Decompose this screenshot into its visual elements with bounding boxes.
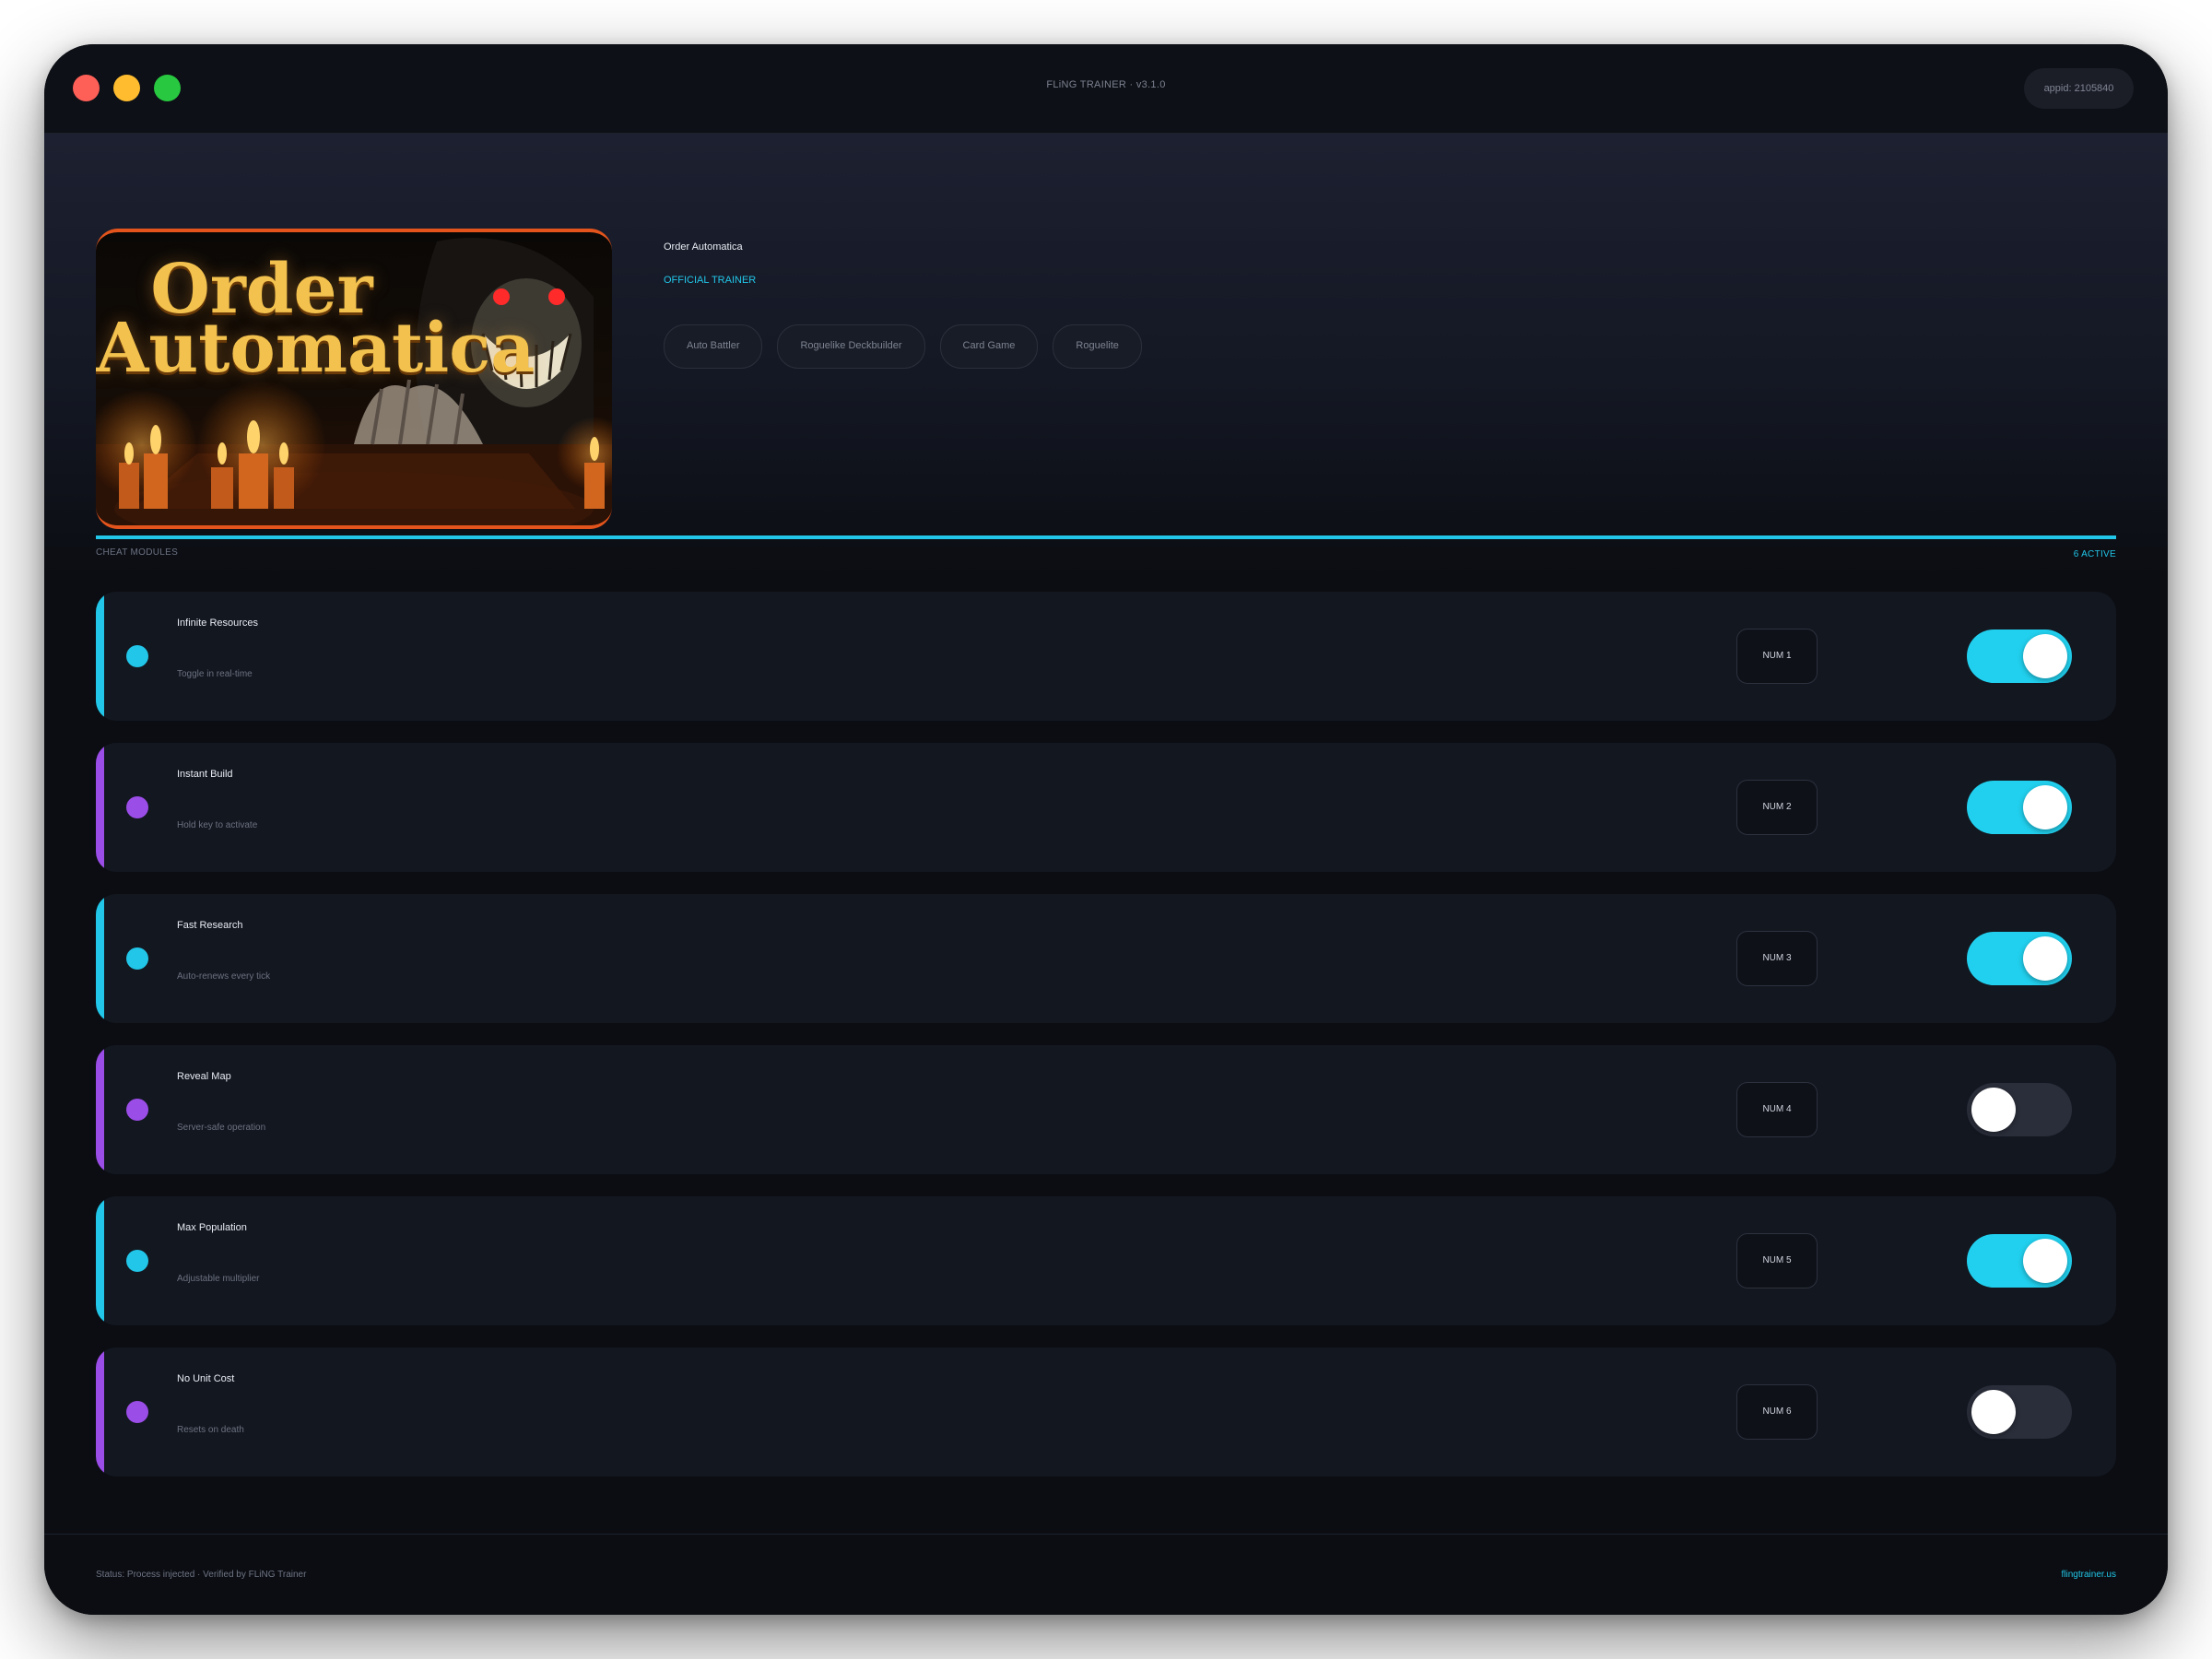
hotkey-button[interactable]: NUM 6 [1736,1384,1818,1440]
trainer-window: FLiNG TRAINER · v3.1.0 appid: 2105840 Or… [44,44,2168,1615]
toggle-knob [2023,1239,2067,1283]
module-accent-bar [96,743,104,872]
module-description: Hold key to activate [177,820,258,830]
hotkey-button[interactable]: NUM 1 [1736,629,1818,684]
status-indicator-icon [126,1401,148,1423]
hotkey-button[interactable]: NUM 4 [1736,1082,1818,1137]
module-name: Instant Build [177,769,233,780]
module-row: Fast Research Auto-renews every tick NUM… [96,894,2116,1023]
official-trainer-badge: OFFICIAL TRAINER [664,275,757,286]
toggle-knob [2023,936,2067,981]
module-accent-bar [96,1196,104,1325]
game-cover-art: Order Automatica [96,229,612,529]
status-indicator-icon [126,645,148,667]
toggle-knob [2023,634,2067,678]
module-toggle[interactable] [1967,1234,2072,1288]
status-indicator-icon [126,947,148,970]
game-name: Order Automatica [664,241,743,253]
appid-badge: appid: 2105840 [2024,68,2134,109]
module-description: Server-safe operation [177,1123,266,1133]
module-description: Toggle in real-time [177,669,253,679]
module-toggle[interactable] [1967,781,2072,834]
status-footer: Status: Process injected · Verified by F… [44,1534,2168,1615]
module-toggle[interactable] [1967,932,2072,985]
status-indicator-icon [126,1099,148,1121]
module-toggle[interactable] [1967,629,2072,683]
toggle-knob [2023,785,2067,830]
module-row: Max Population Adjustable multiplier NUM… [96,1196,2116,1325]
status-indicator-icon [126,1250,148,1272]
module-accent-bar [96,1045,104,1174]
module-toggle[interactable] [1967,1083,2072,1136]
genre-tags: Auto Battler Roguelike Deckbuilder Card … [664,324,1142,369]
hotkey-button[interactable]: NUM 5 [1736,1233,1818,1288]
module-description: Auto-renews every tick [177,971,271,982]
module-accent-bar [96,592,104,721]
status-text: Status: Process injected · Verified by F… [96,1570,307,1580]
module-accent-bar [96,894,104,1023]
active-count: 6 ACTIVE [2073,549,2116,559]
section-label: CHEAT MODULES [96,547,179,558]
module-name: No Unit Cost [177,1373,235,1384]
module-row: Instant Build Hold key to activate NUM 2 [96,743,2116,872]
toggle-knob [1971,1390,2016,1434]
hotkey-button[interactable]: NUM 3 [1736,931,1818,986]
module-name: Reveal Map [177,1071,231,1082]
module-name: Max Population [177,1222,247,1233]
module-name: Infinite Resources [177,618,259,629]
module-toggle[interactable] [1967,1385,2072,1439]
module-description: Resets on death [177,1425,244,1435]
title-bar: FLiNG TRAINER · v3.1.0 appid: 2105840 [44,44,2168,134]
cover-title: Order Automatica [96,255,535,388]
module-description: Adjustable multiplier [177,1274,260,1284]
window-title: FLiNG TRAINER · v3.1.0 [1046,79,1166,90]
tag-card-game[interactable]: Card Game [939,324,1039,369]
toggle-knob [1971,1088,2016,1132]
module-accent-bar [96,1347,104,1477]
module-row: Reveal Map Server-safe operation NUM 4 [96,1045,2116,1174]
tag-roguelike-deckbuilder[interactable]: Roguelike Deckbuilder [777,324,925,369]
tag-roguelite[interactable]: Roguelite [1053,324,1142,369]
website-link[interactable]: flingtrainer.us [2062,1570,2116,1580]
module-row: No Unit Cost Resets on death NUM 6 [96,1347,2116,1477]
status-indicator-icon [126,796,148,818]
cover-title-line-2: Automatica [96,309,535,388]
section-divider [96,535,2116,539]
hotkey-button[interactable]: NUM 2 [1736,780,1818,835]
tag-auto-battler[interactable]: Auto Battler [664,324,763,369]
module-name: Fast Research [177,920,243,931]
module-row: Infinite Resources Toggle in real-time N… [96,592,2116,721]
